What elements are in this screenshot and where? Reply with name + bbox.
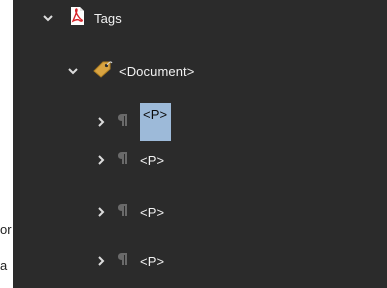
pdf-icon [68,6,86,31]
tag-icon [93,60,113,83]
tags-label: Tags [94,10,122,26]
chevron-down-icon[interactable] [42,12,54,24]
chevron-right-icon[interactable] [95,154,107,166]
document-label: <Document> [119,63,195,79]
tree-node-document[interactable]: <Document> [67,53,194,89]
tree-node-tags[interactable]: Tags [42,0,122,36]
tree-node-paragraph[interactable]: <P> [95,103,172,141]
background-document: or a [0,0,13,288]
chevron-right-icon[interactable] [95,116,107,128]
paragraph-tag-label-selected[interactable]: <P> [140,103,172,141]
chevron-right-icon[interactable] [95,206,107,218]
paragraph-tag-label: <P> [140,204,165,220]
tree-node-paragraph[interactable]: <P> [95,243,164,279]
document-text-fragment: a [0,258,8,273]
paragraph-icon [117,151,128,170]
tree-node-paragraph[interactable]: <P> [95,194,164,230]
chevron-right-icon[interactable] [95,255,107,267]
paragraph-icon [117,113,128,132]
tree-node-paragraph[interactable]: <P> [95,142,164,178]
document-text-fragment: or [0,222,12,237]
tags-panel: Tags <Document> <P> <P> <P> <P> [13,0,387,288]
chevron-down-icon[interactable] [67,65,79,77]
paragraph-icon [117,252,128,271]
paragraph-tag-label: <P> [140,253,165,269]
paragraph-tag-label: <P> [140,152,165,168]
paragraph-icon [117,203,128,222]
